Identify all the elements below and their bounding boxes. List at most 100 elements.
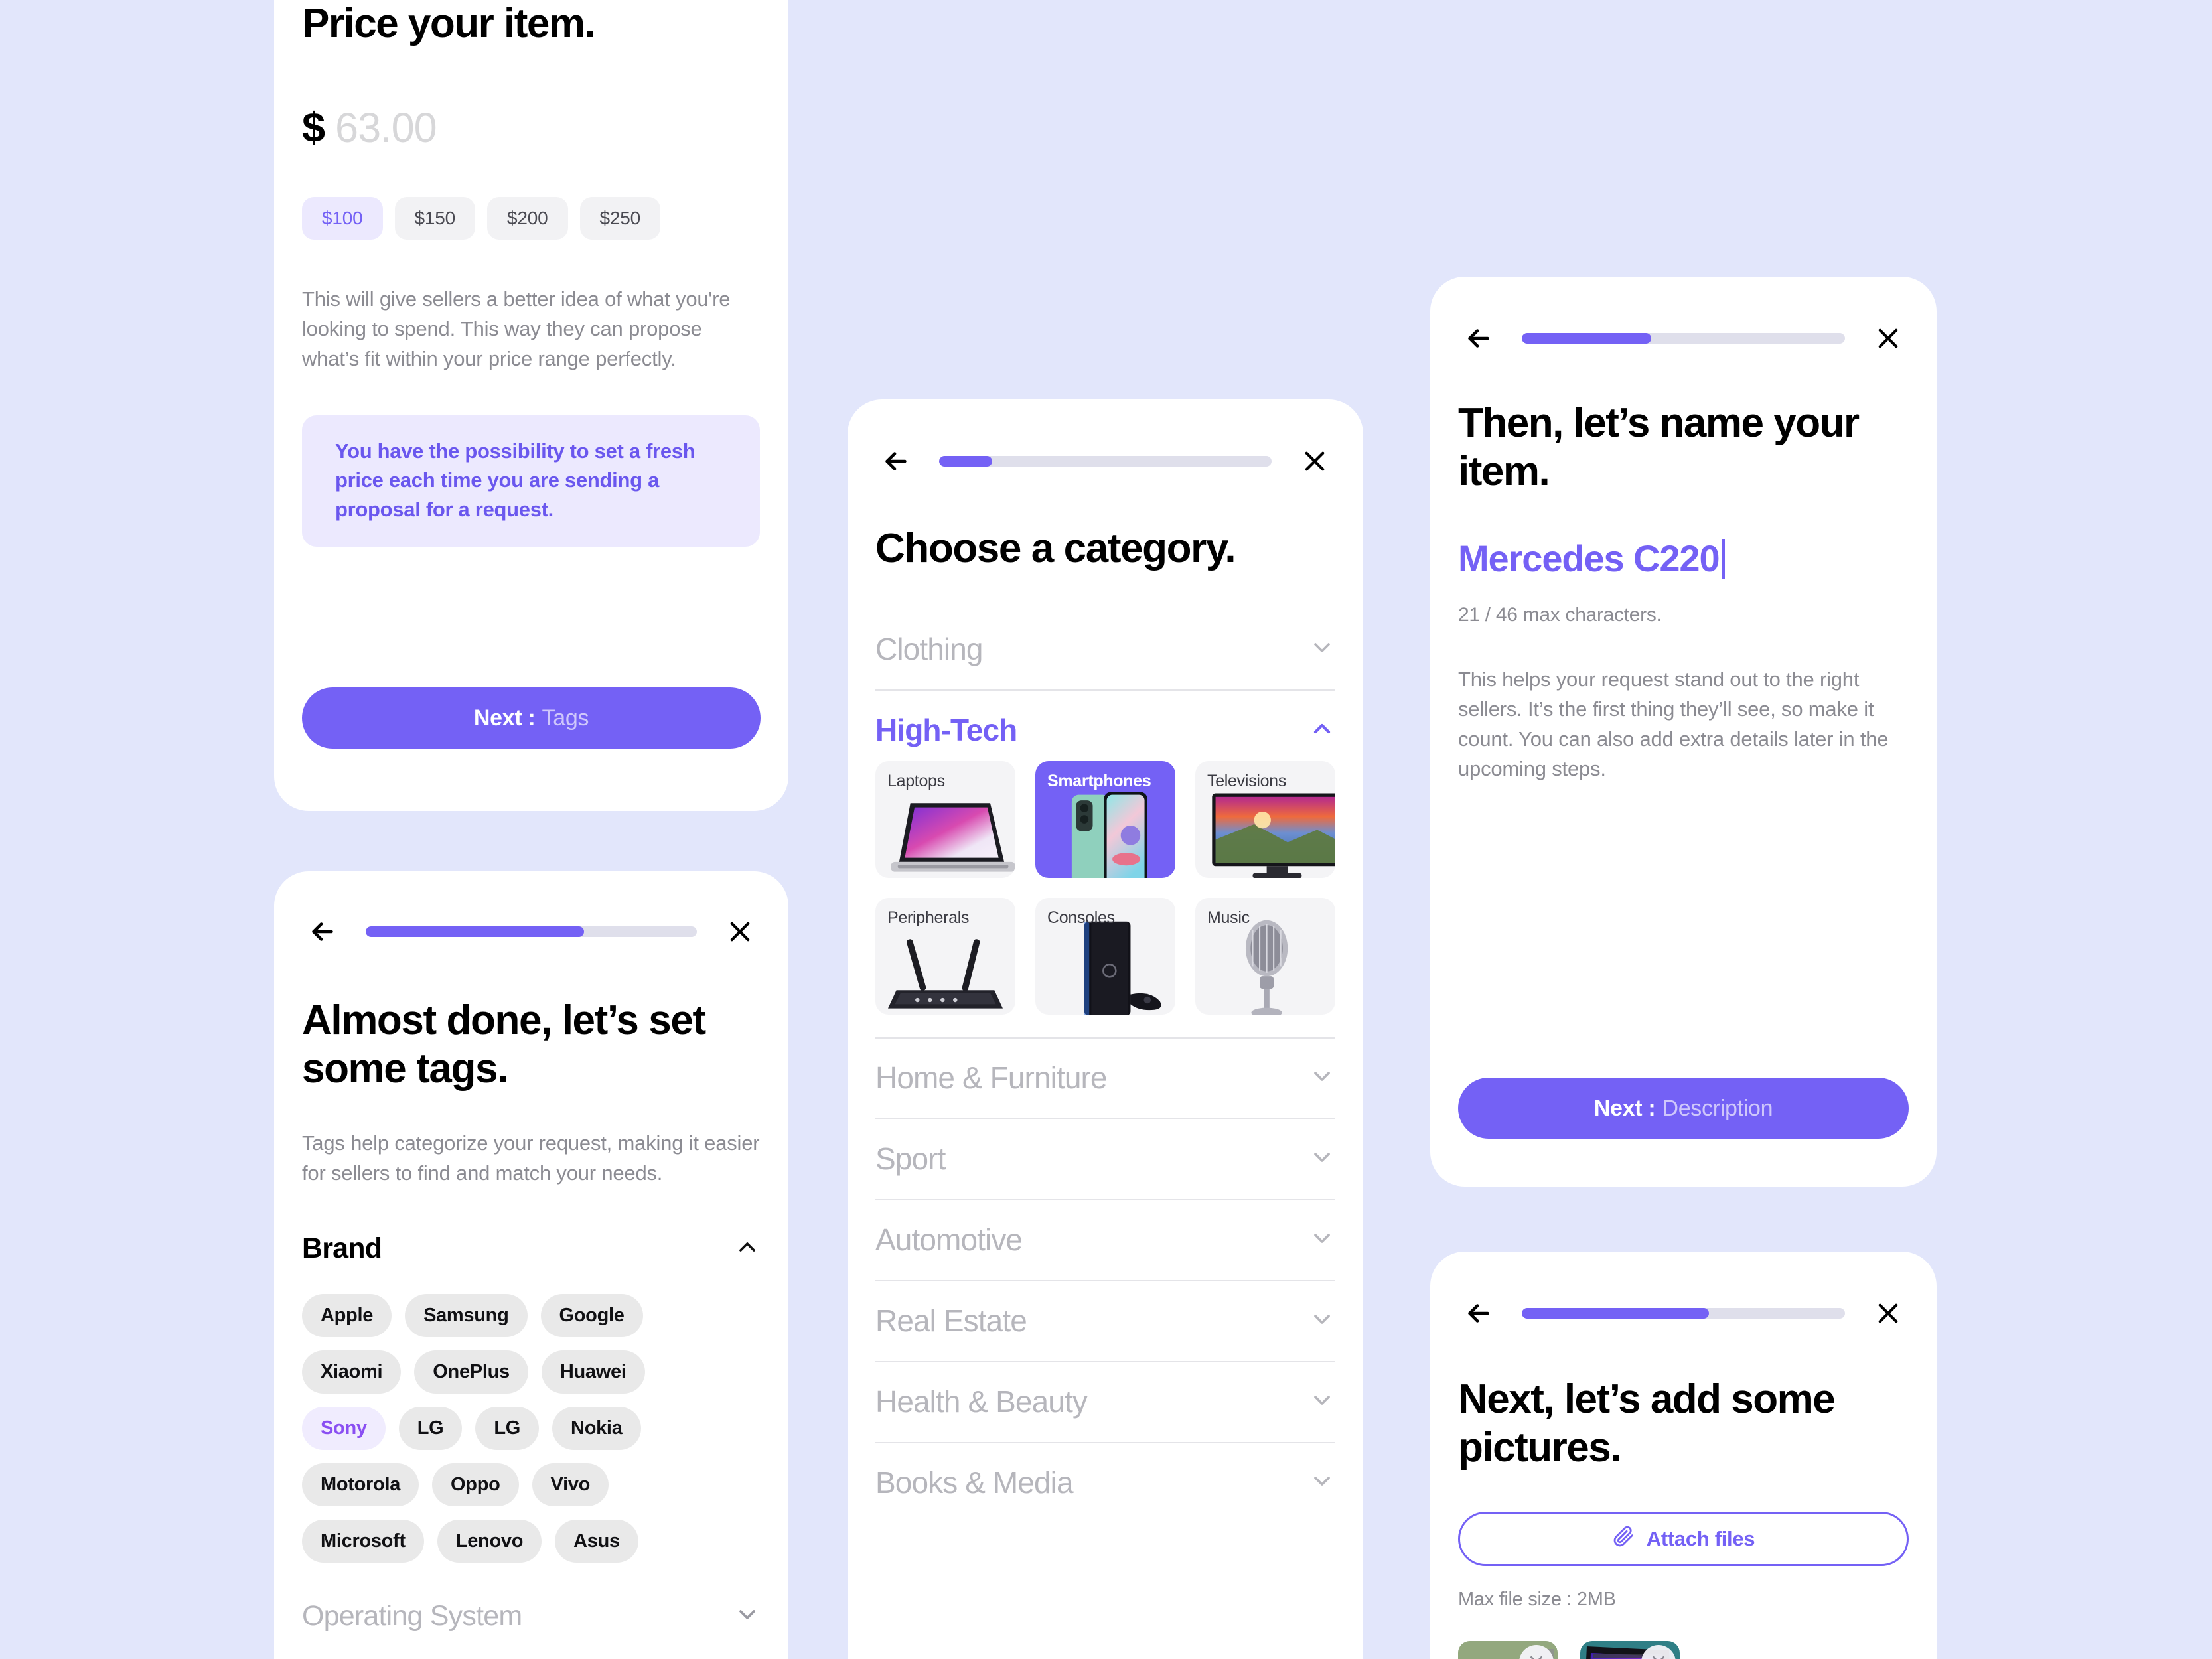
- back-icon[interactable]: [875, 441, 917, 482]
- currency-symbol: $: [302, 105, 325, 151]
- brand-tag[interactable]: Apple: [302, 1294, 392, 1338]
- close-icon[interactable]: [1868, 1293, 1909, 1334]
- text-caret: [1722, 538, 1725, 579]
- category-row-label: High-Tech: [875, 713, 1017, 748]
- category-step-card: Choose a category. Clothing High-Tech La…: [848, 399, 1363, 1659]
- tags-description: Tags help categorize your request, makin…: [302, 1131, 760, 1185]
- quick-price-chip-200[interactable]: $200: [487, 197, 568, 240]
- subcategory-tile-label: Peripherals: [887, 908, 970, 928]
- next-description-button[interactable]: Next : Description: [1458, 1078, 1909, 1139]
- chevron-up-icon[interactable]: [1309, 715, 1335, 745]
- quick-price-chip-150[interactable]: $150: [394, 197, 475, 240]
- attached-thumbnails: [1458, 1641, 1909, 1659]
- subcategory-tile-televisions[interactable]: Televisions: [1195, 761, 1335, 879]
- category-row-real-estate[interactable]: Real Estate: [875, 1281, 1335, 1363]
- category-row-label: Automotive: [875, 1222, 1023, 1258]
- category-row-clothing[interactable]: Clothing: [875, 610, 1335, 691]
- chevron-down-icon[interactable]: [1309, 1387, 1335, 1417]
- brand-tag[interactable]: Microsoft: [302, 1520, 424, 1563]
- price-description: This will give sellers a better idea of …: [302, 287, 731, 370]
- category-row-health-beauty[interactable]: Health & Beauty: [875, 1362, 1335, 1444]
- brand-tag[interactable]: OnePlus: [414, 1350, 528, 1394]
- brand-tag[interactable]: Oppo: [432, 1463, 519, 1507]
- name-description: This helps your request stand out to the…: [1458, 668, 1889, 781]
- back-icon[interactable]: [1458, 318, 1499, 359]
- brand-tag[interactable]: Lenovo: [437, 1520, 542, 1563]
- category-row-label: Sport: [875, 1141, 946, 1177]
- page-title: Price your item.: [302, 1, 596, 46]
- chevron-down-icon[interactable]: [734, 1601, 761, 1631]
- category-row-books-media[interactable]: Books & Media: [875, 1443, 1335, 1523]
- category-row-automotive[interactable]: Automotive: [875, 1200, 1335, 1282]
- brand-tag[interactable]: Vivo: [532, 1463, 609, 1507]
- next-description-button-target: Description: [1662, 1095, 1773, 1121]
- brand-section-header[interactable]: Brand: [302, 1232, 761, 1265]
- next-tags-button[interactable]: Next : Tags: [302, 687, 761, 749]
- progress-fill: [1522, 333, 1651, 344]
- max-file-size-label: Max file size : 2MB: [1458, 1589, 1616, 1611]
- chevron-down-icon[interactable]: [1309, 1306, 1335, 1336]
- brand-tag[interactable]: Huawei: [541, 1350, 645, 1394]
- category-row-label: Home & Furniture: [875, 1060, 1108, 1096]
- chevron-down-icon[interactable]: [1309, 1225, 1335, 1255]
- brand-tag[interactable]: Xiaomi: [302, 1350, 402, 1394]
- brand-tag[interactable]: Asus: [555, 1520, 638, 1563]
- attachment-thumbnail[interactable]: [1458, 1641, 1558, 1659]
- category-row-label: Books & Media: [875, 1465, 1074, 1500]
- quick-price-chip-100[interactable]: $100: [302, 197, 383, 240]
- progress-bar: [939, 456, 1272, 467]
- name-step-card: Then, let’s name your item. Mercedes C22…: [1430, 277, 1937, 1187]
- attach-files-button[interactable]: Attach files: [1458, 1512, 1909, 1567]
- category-list: Clothing High-Tech Laptops Smartphones T…: [875, 610, 1335, 1523]
- close-icon[interactable]: [719, 911, 761, 952]
- name-topbar: [1458, 318, 1909, 359]
- category-row-label: Health & Beauty: [875, 1384, 1088, 1419]
- brand-tag[interactable]: Google: [540, 1294, 643, 1338]
- subcategory-tile-smartphones[interactable]: Smartphones: [1035, 761, 1175, 879]
- character-counter: 21 / 46 max characters.: [1458, 604, 1662, 626]
- brand-tag[interactable]: Samsung: [405, 1294, 528, 1338]
- next-description-button-label: Next :: [1593, 1095, 1656, 1121]
- chevron-down-icon[interactable]: [1309, 1063, 1335, 1093]
- chevron-down-icon[interactable]: [1309, 634, 1335, 664]
- price-input[interactable]: $ 63.00: [302, 104, 761, 152]
- category-row-sport[interactable]: Sport: [875, 1119, 1335, 1201]
- os-section-header[interactable]: Operating System: [302, 1600, 761, 1632]
- brand-tag[interactable]: LG: [398, 1407, 463, 1451]
- screen: Price your item. $ 63.00 $100 $150 $200 …: [0, 0, 2212, 1659]
- subcategory-tiles: Laptops Smartphones Televisions Peripher…: [875, 761, 1335, 1015]
- progress-bar: [366, 926, 697, 937]
- chevron-down-icon[interactable]: [1309, 1468, 1335, 1498]
- brand-tag[interactable]: Motorola: [302, 1463, 419, 1507]
- brand-tag[interactable]: Nokia: [552, 1407, 641, 1451]
- back-icon[interactable]: [302, 911, 343, 952]
- back-icon[interactable]: [1458, 1293, 1499, 1334]
- subcategory-tile-laptops[interactable]: Laptops: [875, 761, 1015, 879]
- close-icon[interactable]: [1868, 318, 1909, 359]
- brand-tag-list: Apple Samsung Google Xiaomi OnePlus Huawei Son…: [302, 1294, 740, 1563]
- progress-fill: [366, 926, 585, 937]
- pictures-topbar: [1458, 1293, 1909, 1334]
- paperclip-icon: [1612, 1525, 1635, 1553]
- tags-step-card: Almost done, let’s set some tags. Tags h…: [274, 871, 788, 1659]
- close-icon[interactable]: [1294, 441, 1335, 482]
- subcategory-tile-label: Smartphones: [1047, 772, 1151, 791]
- price-amount-placeholder: 63.00: [335, 105, 437, 151]
- brand-section-label: Brand: [302, 1232, 382, 1265]
- chevron-up-icon[interactable]: [734, 1234, 761, 1263]
- brand-tag[interactable]: LG: [475, 1407, 540, 1451]
- os-section-label: Operating System: [302, 1600, 522, 1632]
- category-row-high-tech[interactable]: High-Tech: [875, 691, 1335, 755]
- subcategory-tile-peripherals[interactable]: Peripherals: [875, 898, 1015, 1015]
- category-row-label: Real Estate: [875, 1303, 1027, 1338]
- quick-price-chip-250[interactable]: $250: [579, 197, 660, 240]
- brand-tag[interactable]: Sony: [302, 1407, 386, 1451]
- subcategory-tile-music[interactable]: Music: [1195, 898, 1335, 1015]
- item-name-input[interactable]: Mercedes C220: [1458, 537, 1909, 580]
- attachment-thumbnail[interactable]: [1580, 1641, 1680, 1659]
- price-step-card: Price your item. $ 63.00 $100 $150 $200 …: [274, 0, 788, 811]
- category-row-home-furniture[interactable]: Home & Furniture: [875, 1039, 1335, 1120]
- chevron-down-icon[interactable]: [1309, 1144, 1335, 1174]
- subcategory-tile-label: Music: [1207, 908, 1250, 928]
- subcategory-tile-consoles[interactable]: Consoles: [1035, 898, 1175, 1015]
